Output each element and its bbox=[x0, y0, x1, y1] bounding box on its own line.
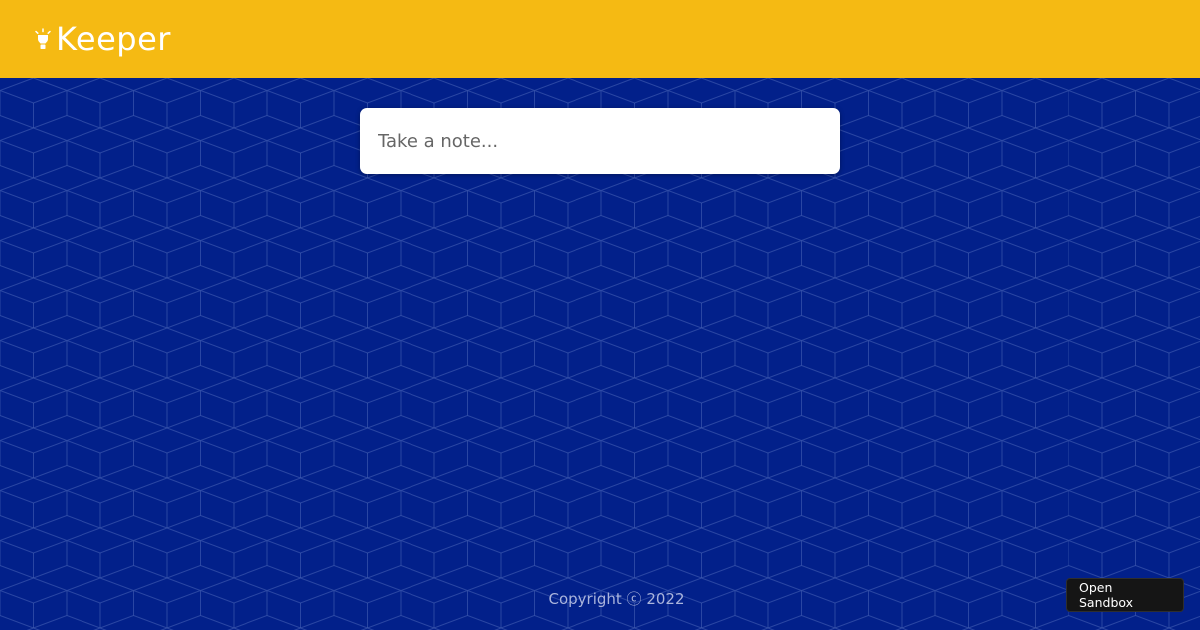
open-sandbox-button[interactable]: Open Sandbox bbox=[1066, 578, 1184, 612]
footer: Copyright ⓒ 2022 bbox=[0, 588, 1200, 610]
app-title: Keeper bbox=[56, 20, 171, 58]
create-note-form bbox=[360, 108, 840, 174]
logo: Keeper bbox=[34, 23, 171, 55]
open-sandbox-label: Open Sandbox bbox=[1079, 580, 1134, 610]
app-header: Keeper bbox=[0, 0, 1200, 78]
note-content-input[interactable] bbox=[378, 130, 822, 152]
lightbulb-icon bbox=[35, 28, 51, 49]
copyright-text: Copyright ⓒ 2022 bbox=[548, 590, 685, 608]
